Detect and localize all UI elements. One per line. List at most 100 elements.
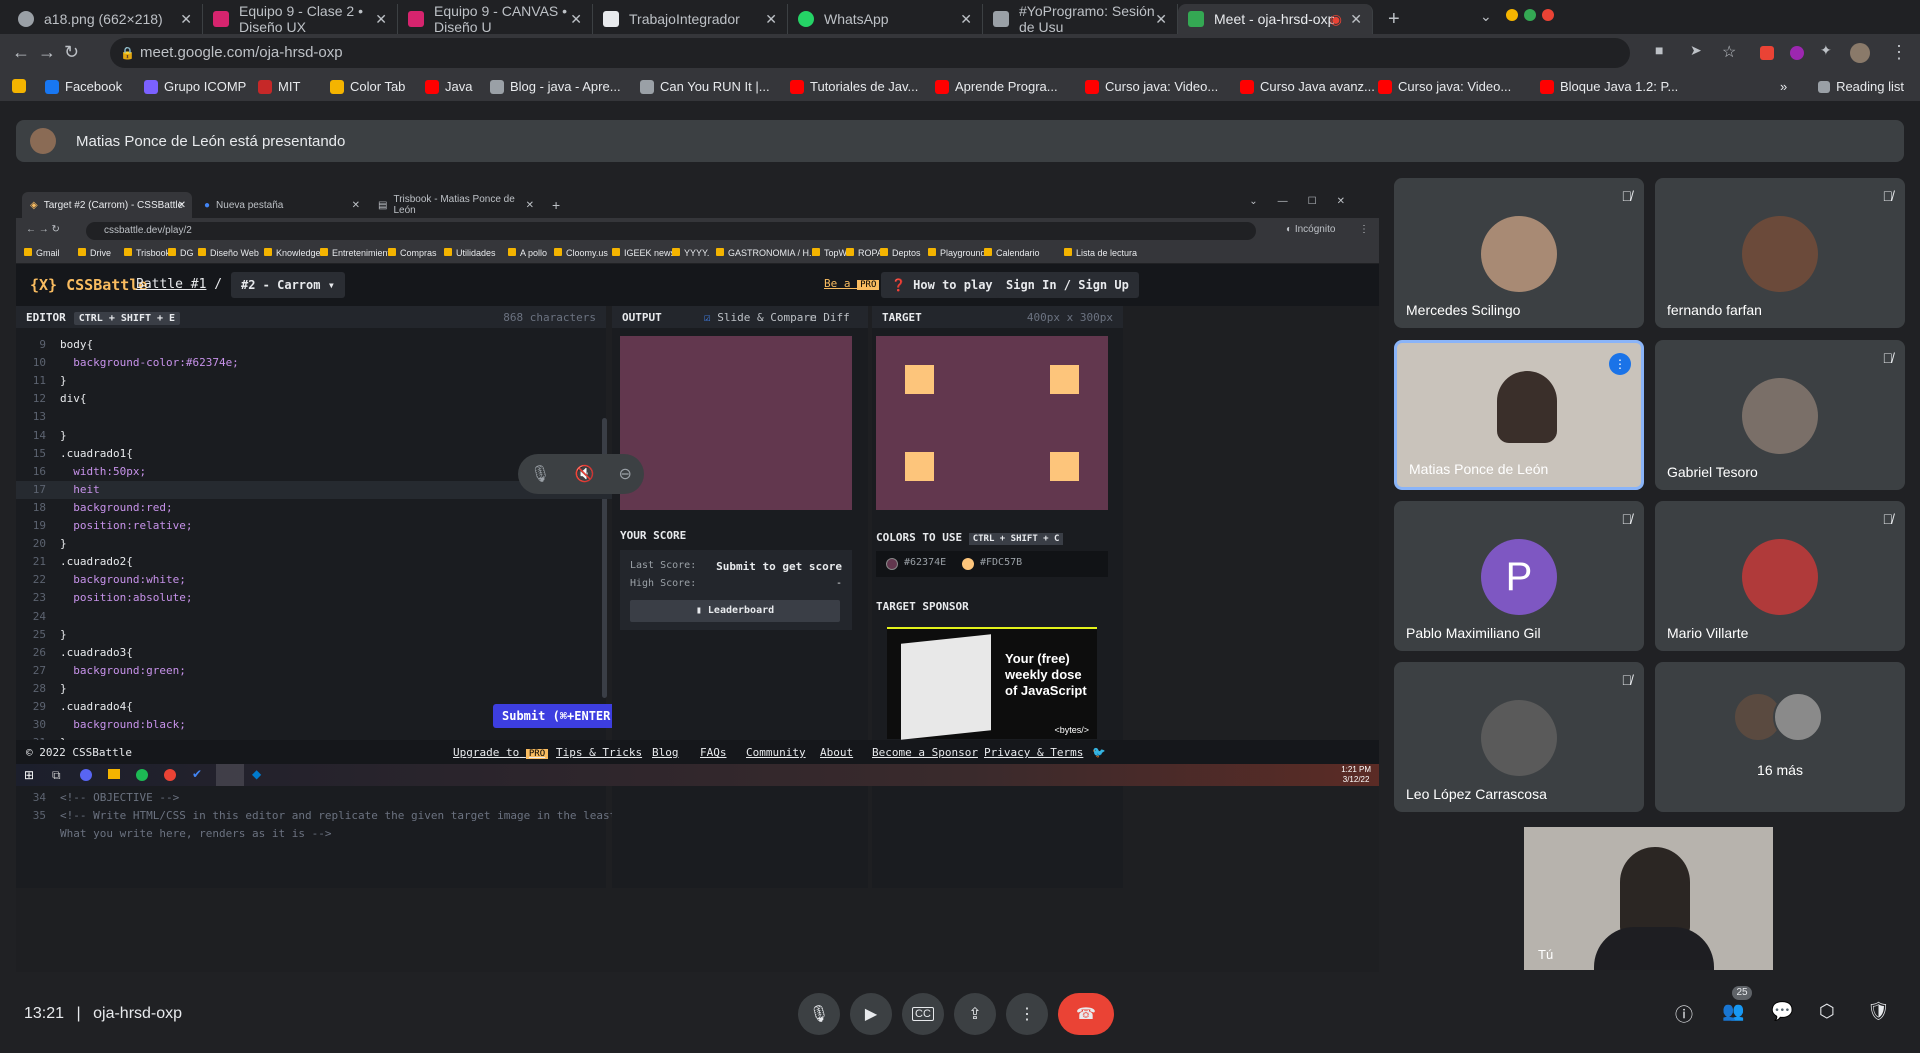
back-icon[interactable]: ← xyxy=(12,42,30,63)
captions-button[interactable]: CC xyxy=(902,993,944,1035)
participant-tile[interactable]: 🎙̸ fernando farfan xyxy=(1655,178,1905,328)
folder-icon xyxy=(108,769,120,779)
profile-avatar[interactable] xyxy=(1850,43,1870,63)
close-icon[interactable]: ✕ xyxy=(375,11,387,28)
line-number: 16 xyxy=(32,464,46,478)
bookmark-item[interactable]: Can You RUN It |... xyxy=(640,79,770,94)
bookmark-apps-icon[interactable] xyxy=(12,79,32,93)
browser-tab[interactable]: Equipo 9 - Clase 2 • Diseño UX ✕ xyxy=(203,3,398,35)
new-tab-button[interactable]: + xyxy=(1378,4,1408,34)
browser-tab[interactable]: #YoProgramo: Sesión de Usu ✕ xyxy=(983,3,1178,35)
bookmark-item[interactable]: Color Tab xyxy=(330,79,405,94)
output-canvas xyxy=(620,336,852,510)
host-controls-icon[interactable]: 🛡 xyxy=(1867,1001,1890,1022)
line-number: 15 xyxy=(32,446,46,460)
meeting-details-icon[interactable]: ⓘ xyxy=(1675,1001,1693,1027)
bookmark-item[interactable]: Curso java: Video... xyxy=(1085,79,1218,94)
reload-icon[interactable]: ↻ xyxy=(64,42,79,63)
target-panel: COLORS TO USE CTRL + SHIFT + C #62374E #… xyxy=(872,328,1123,888)
bookmark-item[interactable]: Tutoriales de Jav... xyxy=(790,79,918,94)
video-camera-icon: ▶ xyxy=(864,1006,878,1023)
close-icon[interactable]: ✕ xyxy=(570,11,582,28)
browser-tab-active[interactable]: Meet - oja-hrsd-oxp ◉ ✕ xyxy=(1178,4,1373,34)
tab-search-icon[interactable]: ⌄ xyxy=(1480,8,1492,25)
browser-tab[interactable]: TrabajoIntegrador ✕ xyxy=(593,4,788,34)
menu-icon[interactable]: ⋮ xyxy=(1890,42,1908,63)
participant-tile[interactable]: P 🎙̸ Pablo Maximiliano Gil xyxy=(1394,501,1644,651)
extension-icon[interactable] xyxy=(1790,46,1804,60)
folder-icon xyxy=(124,248,132,256)
bookmark-item[interactable]: Java xyxy=(425,79,472,94)
participant-tile[interactable]: 🎙̸ Mercedes Scilingo xyxy=(1394,178,1644,328)
camera-button[interactable]: ▶ xyxy=(850,993,892,1035)
camera-icon[interactable]: ■ xyxy=(1655,42,1663,58)
people-icon[interactable]: 👥 xyxy=(1722,1001,1744,1022)
folder-icon xyxy=(928,248,936,256)
hang-up-icon: ☎ xyxy=(1076,1006,1096,1023)
participant-tile[interactable]: 🎙̸ Mario Villarte xyxy=(1655,501,1905,651)
line-number: 20 xyxy=(32,537,46,551)
more-bookmarks-icon[interactable]: » xyxy=(1780,79,1787,94)
bookmark-star-icon[interactable]: ☆ xyxy=(1722,42,1736,62)
present-button[interactable]: ⇪ xyxy=(954,993,996,1035)
bookmark-item[interactable]: Blog - java - Apre... xyxy=(490,79,621,94)
windows-taskbar: ⊞ ⧉ ✔ ◆ 1:21 PM 3/12/22 xyxy=(16,764,1379,786)
bookmark-item[interactable]: Curso Java avanz... xyxy=(1240,79,1375,94)
close-window-icon[interactable] xyxy=(1542,9,1554,21)
participant-tile[interactable]: 🎙̸ Gabriel Tesoro xyxy=(1655,340,1905,490)
participant-tile[interactable]: ⋮ Matias Ponce de León xyxy=(1394,340,1644,490)
code-text: .cuadrado1{ xyxy=(60,446,133,460)
share-icon[interactable]: ➤ xyxy=(1690,42,1702,59)
maximize-icon[interactable] xyxy=(1524,9,1536,21)
target-square xyxy=(905,365,934,394)
code-text: <!-- OBJECTIVE --> xyxy=(60,790,180,804)
bookmark-item[interactable]: Bloque Java 1.2: P... xyxy=(1540,79,1678,94)
url-input[interactable]: 🔒 meet.google.com/oja-hrsd-oxp xyxy=(110,38,1630,68)
folder-icon xyxy=(1064,248,1072,256)
incognito-icon: ◐ xyxy=(1286,224,1295,235)
bookmark-favicon-icon xyxy=(330,79,344,94)
more-options-button[interactable]: ⋮ xyxy=(1006,993,1048,1035)
colors-label: COLORS TO USE CTRL + SHIFT + C xyxy=(876,531,1064,545)
reading-list-button[interactable]: Reading list xyxy=(1818,79,1904,94)
color-swatch xyxy=(962,558,974,570)
chat-icon[interactable]: 💬 xyxy=(1771,1001,1793,1022)
bookmark-item[interactable]: Facebook xyxy=(45,79,122,94)
extension-icon[interactable] xyxy=(1760,46,1774,60)
people-count-badge: 25 xyxy=(1732,986,1752,1000)
browser-tab[interactable]: WhatsApp ✕ xyxy=(788,4,983,34)
bookmark-item[interactable]: Aprende Progra... xyxy=(935,79,1058,94)
line-number: 23 xyxy=(32,591,46,605)
faqs-link: FAQs xyxy=(700,746,727,759)
task-view-icon: ⧉ xyxy=(52,768,61,782)
close-icon[interactable]: ✕ xyxy=(960,11,972,28)
mic-off-icon: 🎙̸ xyxy=(1621,672,1633,688)
browser-tab[interactable]: a18.png (662×218) ✕ xyxy=(8,4,203,34)
puzzle-icon[interactable]: ✦ xyxy=(1820,42,1832,59)
folder-icon xyxy=(880,248,888,256)
minimize-icon[interactable] xyxy=(1506,9,1518,21)
close-icon[interactable]: ✕ xyxy=(1155,11,1167,28)
bookmark-item[interactable]: Grupo ICOMP xyxy=(144,79,246,94)
close-icon[interactable]: ✕ xyxy=(765,11,777,28)
window-controls[interactable] xyxy=(1506,9,1554,21)
activities-icon[interactable]: ⬡ xyxy=(1819,1001,1835,1022)
bookmark-item[interactable]: Curso java: Video... xyxy=(1378,79,1511,94)
close-icon[interactable]: ✕ xyxy=(180,11,192,28)
whatsapp-icon xyxy=(798,11,814,27)
target-square xyxy=(1050,452,1079,481)
bookmark-item[interactable]: MIT xyxy=(258,79,300,94)
forward-icon[interactable]: → xyxy=(38,42,56,63)
close-icon: ✕ xyxy=(525,199,534,211)
participant-tile[interactable]: 16 más xyxy=(1655,662,1905,812)
sponsor-link: Become a Sponsor xyxy=(872,746,978,759)
participant-tile[interactable]: 🎙̸ Leo López Carrascosa xyxy=(1394,662,1644,812)
browser-tab[interactable]: Equipo 9 - CANVAS • Diseño U ✕ xyxy=(398,3,593,35)
code-text: width:50px; xyxy=(60,464,147,478)
leave-call-button[interactable]: ☎ xyxy=(1058,993,1114,1035)
close-icon[interactable]: ✕ xyxy=(1350,11,1362,28)
microphone-button[interactable]: 🎙 xyxy=(798,993,840,1035)
windows-start-icon: ⊞ xyxy=(24,768,35,782)
bookmark-favicon-icon xyxy=(425,79,439,94)
vscode-icon: ◆ xyxy=(252,767,262,781)
